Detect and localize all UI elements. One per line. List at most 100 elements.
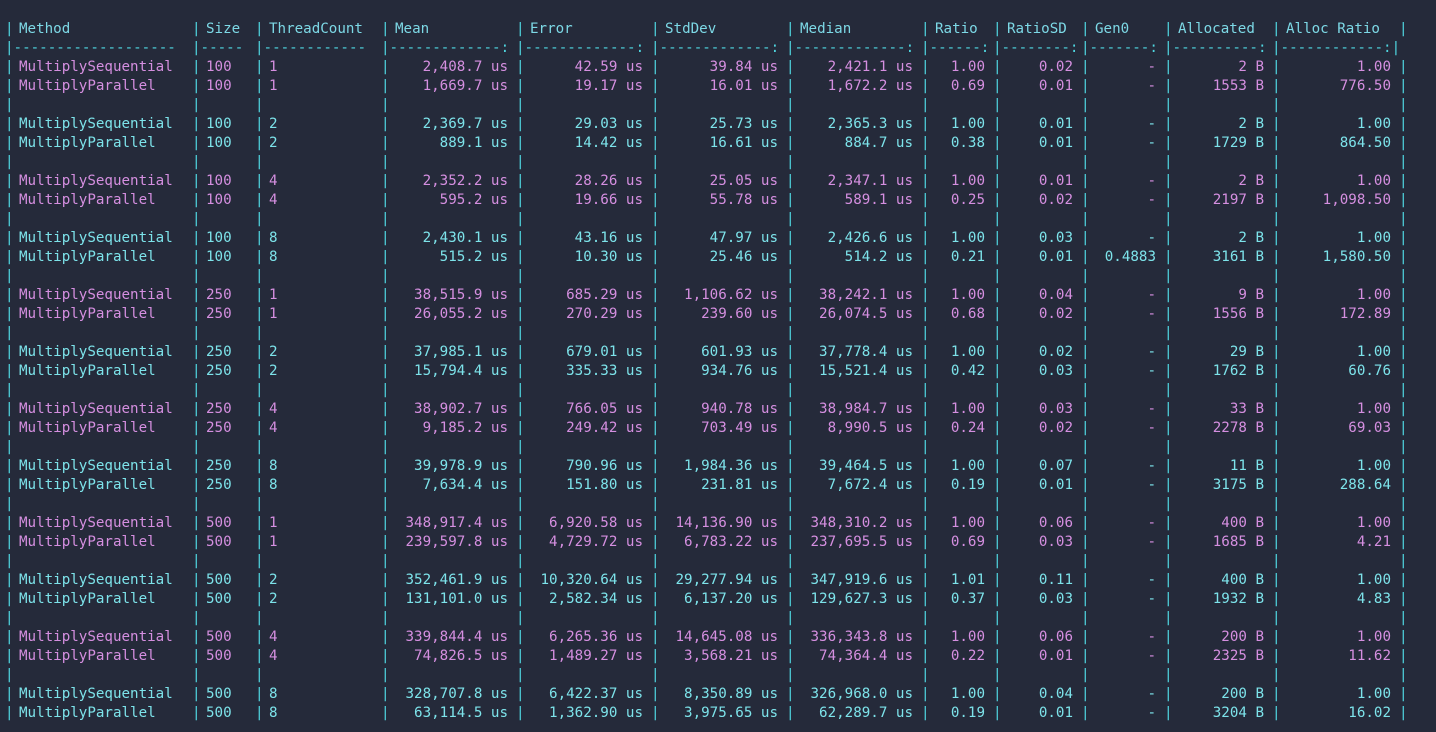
cell-error: 270.29 us <box>566 306 643 322</box>
cell-ratiosd: 0.02 <box>1038 306 1073 322</box>
column-divider: | <box>1164 268 1173 284</box>
column-divider: | <box>1399 439 1408 455</box>
cell-threads: 1 <box>269 534 278 550</box>
cell-allocated: 1553 B <box>1212 78 1264 94</box>
group-spacer-row: | | | | | | | | | | | | | <box>0 210 1436 229</box>
column-divider: | <box>255 116 264 132</box>
cell-ratio: 1.00 <box>950 116 985 132</box>
column-divider: | <box>192 363 201 379</box>
cell-allocratio: 4.83 <box>1356 591 1391 607</box>
column-divider: | <box>921 534 930 550</box>
cell-stddev: 25.73 us <box>709 116 778 132</box>
cell-stddev: 1,984.36 us <box>684 458 778 474</box>
column-divider: | <box>1081 458 1090 474</box>
column-divider: | <box>5 363 14 379</box>
column-divider: | <box>516 686 525 702</box>
column-divider: | <box>516 458 525 474</box>
cell-threads: 2 <box>269 344 278 360</box>
column-divider: | <box>1081 268 1090 284</box>
column-divider: | <box>1399 572 1408 588</box>
column-divider: | <box>5 192 14 208</box>
column-divider: | <box>786 230 795 246</box>
column-divider: | <box>1081 591 1090 607</box>
column-divider: | <box>5 211 14 227</box>
column-divider: | <box>921 439 930 455</box>
separator-segment: |-------------: <box>786 40 915 56</box>
table-row: | | | | | | | | | | | | | MultiplyParallel 500 8 63,114.… <box>0 704 1436 723</box>
cell-allocratio: 1.00 <box>1356 515 1391 531</box>
cell-mean: 515.2 us <box>439 249 508 265</box>
cell-allocratio: 1.00 <box>1356 287 1391 303</box>
cell-stddev: 6,783.22 us <box>684 534 778 550</box>
cell-allocratio: 1.00 <box>1356 59 1391 75</box>
column-divider: | <box>921 477 930 493</box>
column-divider: | <box>993 667 1002 683</box>
column-divider: | <box>192 591 201 607</box>
cell-gen0: - <box>1147 401 1156 417</box>
cell-gen0: - <box>1147 287 1156 303</box>
column-divider: | <box>921 382 930 398</box>
cell-error: 19.66 us <box>574 192 643 208</box>
column-divider: | <box>651 135 660 151</box>
column-divider: | <box>1272 154 1281 170</box>
table-row: | | | | | | | | | | | | | MultiplyParallel 250 8 7,634.4… <box>0 476 1436 495</box>
column-divider: | <box>993 287 1002 303</box>
column-divider: | <box>381 211 390 227</box>
column-divider: | <box>651 401 660 417</box>
column-divider: | <box>1081 553 1090 569</box>
cell-threads: 1 <box>269 287 278 303</box>
cell-stddev: 55.78 us <box>709 192 778 208</box>
column-divider: | <box>192 515 201 531</box>
cell-mean: 37,985.1 us <box>414 344 508 360</box>
cell-threads: 8 <box>269 705 278 721</box>
cell-ratio: 1.00 <box>950 401 985 417</box>
column-divider: | <box>192 610 201 626</box>
column-divider: | <box>255 515 264 531</box>
column-divider: | <box>516 249 525 265</box>
cell-size: 250 <box>206 477 232 493</box>
column-divider: | <box>651 629 660 645</box>
column-divider: | <box>192 458 201 474</box>
cell-mean: 2,369.7 us <box>422 116 508 132</box>
cell-allocated: 2 B <box>1238 59 1264 75</box>
cell-ratio: 1.00 <box>950 515 985 531</box>
column-divider: | <box>255 420 264 436</box>
column-divider: | <box>5 705 14 721</box>
cell-size: 250 <box>206 287 232 303</box>
column-divider: | <box>993 192 1002 208</box>
column-divider: | <box>1272 59 1281 75</box>
cell-median: 336,343.8 us <box>810 629 914 645</box>
cell-allocated: 9 B <box>1238 287 1264 303</box>
table-row: | | | | | | | | | | | | | MultiplyParallel 500 4 74,826.… <box>0 647 1436 666</box>
cell-method: MultiplySequential <box>19 173 173 189</box>
column-divider: | <box>255 629 264 645</box>
column-divider: | <box>1164 591 1173 607</box>
cell-ratio: 1.00 <box>950 458 985 474</box>
column-divider: | <box>5 116 14 132</box>
cell-ratio: 1.00 <box>950 287 985 303</box>
column-divider: | <box>381 249 390 265</box>
group-spacer-row: | | | | | | | | | | | | | <box>0 552 1436 571</box>
column-divider: | <box>381 648 390 664</box>
column-divider: | <box>381 306 390 322</box>
column-divider: | <box>1081 667 1090 683</box>
column-divider: | <box>786 59 795 75</box>
cell-median: 2,347.1 us <box>827 173 913 189</box>
column-divider: | <box>993 610 1002 626</box>
cell-allocratio: 1.00 <box>1356 116 1391 132</box>
cell-size: 500 <box>206 686 232 702</box>
cell-threads: 8 <box>269 458 278 474</box>
column-divider: | <box>651 420 660 436</box>
cell-ratio: 0.22 <box>950 648 985 664</box>
table-row: | | | | | | | | | | | | | MultiplySequential 500 8 328,7… <box>0 685 1436 704</box>
column-divider: | <box>1081 515 1090 531</box>
cell-mean: 15,794.4 us <box>414 363 508 379</box>
cell-allocated: 400 B <box>1221 515 1264 531</box>
cell-allocated: 2 B <box>1238 230 1264 246</box>
cell-allocated: 2 B <box>1238 116 1264 132</box>
cell-stddev: 29,277.94 us <box>675 572 779 588</box>
column-divider: | <box>651 116 660 132</box>
column-divider: | <box>516 401 525 417</box>
cell-ratio: 0.37 <box>950 591 985 607</box>
column-divider: | <box>786 401 795 417</box>
